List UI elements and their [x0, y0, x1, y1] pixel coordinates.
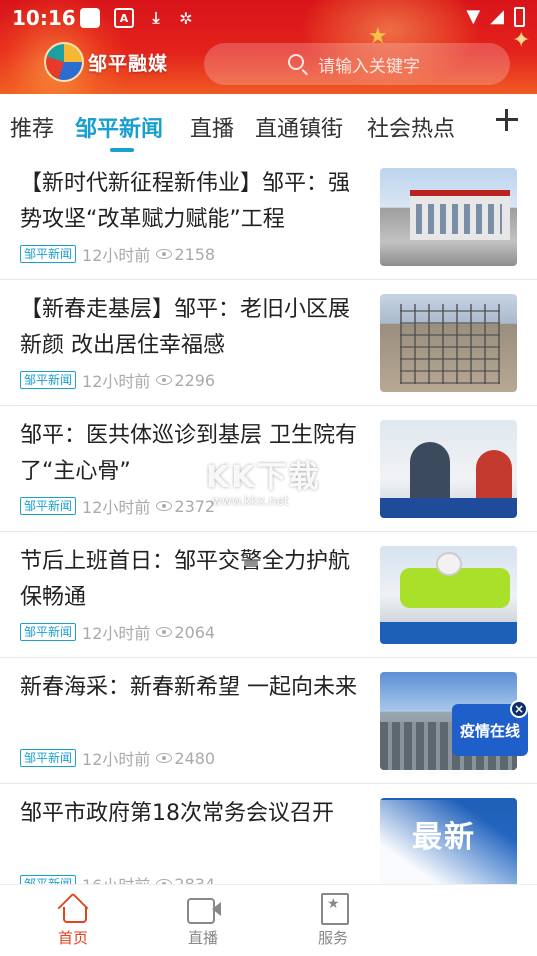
nav-service[interactable]: 服务 — [303, 893, 363, 948]
add-tab-icon[interactable] — [494, 107, 520, 133]
news-badge: 邹平新闻 — [20, 623, 77, 641]
nav-live[interactable]: 直播 — [173, 893, 233, 948]
epidemic-online-widget[interactable]: 疫情在线 × — [452, 700, 528, 756]
app-header: ★ ✦ 10:16 A ⤓ ✲ ▼ ◢ 邹平融媒 请输入关键字 — [0, 0, 537, 94]
news-badge: 邹平新闻 — [20, 245, 77, 263]
search-input[interactable]: 请输入关键字 — [204, 43, 510, 85]
eye-icon — [156, 753, 173, 763]
news-time: 12小时前 — [82, 750, 151, 769]
home-icon — [57, 893, 89, 923]
news-thumbnail — [380, 420, 517, 518]
news-item[interactable]: 【新时代新征程新伟业】邹平：强势攻坚“改革赋力赋能”工程 邹平新闻 12小时前 … — [0, 154, 537, 280]
news-badge: 邹平新闻 — [20, 497, 77, 515]
news-badge: 邹平新闻 — [20, 749, 77, 767]
nav-live-label: 直播 — [187, 929, 218, 947]
search-icon — [288, 54, 304, 70]
download-icon: ⤓ — [152, 8, 160, 27]
news-meta: 邹平新闻 12小时前 2158 — [20, 242, 215, 266]
news-thumbnail — [380, 294, 517, 392]
news-views: 2372 — [174, 496, 216, 516]
signal-icon: ◢ — [490, 6, 504, 27]
news-thumbnail — [380, 168, 517, 266]
news-title: 新春海采：新春新希望 一起向未来 — [20, 675, 357, 700]
logo-emblem-icon — [44, 42, 84, 82]
news-meta: 邹平新闻 12小时前 2296 — [20, 368, 215, 392]
bookmark-star-icon — [317, 893, 349, 925]
bug-icon: ✲ — [179, 8, 193, 28]
nav-service-label: 服务 — [317, 929, 348, 947]
status-bar: 10:16 A ⤓ ✲ ▼ ◢ — [0, 0, 537, 36]
tab-zouping-news[interactable]: 邹平新闻 — [75, 111, 163, 143]
news-meta: 邹平新闻 12小时前 2480 — [20, 746, 215, 770]
news-time: 12小时前 — [82, 498, 151, 517]
news-title: 节后上班首日：邹平交警全力护航保畅通 — [20, 549, 351, 610]
widget-label: 疫情在线 — [459, 721, 520, 740]
tab-social-hot[interactable]: 社会热点 — [367, 111, 455, 143]
news-title: 【新春走基层】邹平：老旧小区展新颜 改出居住幸福感 — [20, 297, 351, 358]
close-icon[interactable]: × — [510, 700, 528, 718]
tab-live[interactable]: 直播 — [190, 111, 234, 143]
watermark-url: www.kkx.net — [212, 494, 289, 508]
news-time: 12小时前 — [82, 372, 151, 391]
news-time: 12小时前 — [82, 624, 151, 643]
active-tab-indicator — [110, 148, 134, 152]
news-meta: 邹平新闻 12小时前 2064 — [20, 620, 215, 644]
app-logo: 邹平融媒 — [44, 42, 168, 82]
eye-icon — [156, 375, 173, 385]
news-views: 2158 — [174, 244, 216, 264]
nav-home-label: 首页 — [57, 929, 88, 947]
tab-towns[interactable]: 直通镇街 — [255, 111, 343, 143]
search-placeholder: 请输入关键字 — [318, 56, 420, 77]
a-box-icon: A — [114, 8, 134, 28]
news-time: 12小时前 — [82, 246, 151, 265]
bottom-nav: 首页 直播 服务 — [0, 884, 537, 956]
battery-icon — [514, 6, 525, 27]
news-views: 2296 — [174, 370, 216, 390]
watermark: KK下载 — [206, 460, 321, 495]
news-views: 2064 — [174, 622, 216, 642]
news-views: 2480 — [174, 748, 216, 768]
tab-recommend[interactable]: 推荐 — [10, 111, 54, 143]
news-badge: 邹平新闻 — [20, 371, 77, 389]
wifi-icon: ▼ — [466, 6, 481, 27]
news-item[interactable]: 【新春走基层】邹平：老旧小区展新颜 改出居住幸福感 邹平新闻 12小时前 229… — [0, 280, 537, 406]
app-name: 邹平融媒 — [88, 52, 169, 75]
news-meta: 邹平新闻 12小时前 2372 — [20, 494, 215, 518]
eye-icon — [156, 627, 173, 637]
nav-home[interactable]: 首页 — [43, 893, 103, 948]
status-time: 10:16 — [12, 6, 76, 30]
eye-icon — [156, 249, 173, 259]
notification-square-icon — [80, 8, 100, 28]
news-item[interactable]: 节后上班首日：邹平交警全力护航保畅通 邹平新闻 12小时前 2064 — [0, 532, 537, 658]
eye-icon — [156, 501, 173, 511]
news-title: 邹平市政府第18次常务会议召开 — [20, 801, 334, 826]
news-title: 【新时代新征程新伟业】邹平：强势攻坚“改革赋力赋能”工程 — [20, 171, 351, 232]
news-thumbnail — [380, 546, 517, 644]
video-camera-icon — [187, 893, 221, 924]
